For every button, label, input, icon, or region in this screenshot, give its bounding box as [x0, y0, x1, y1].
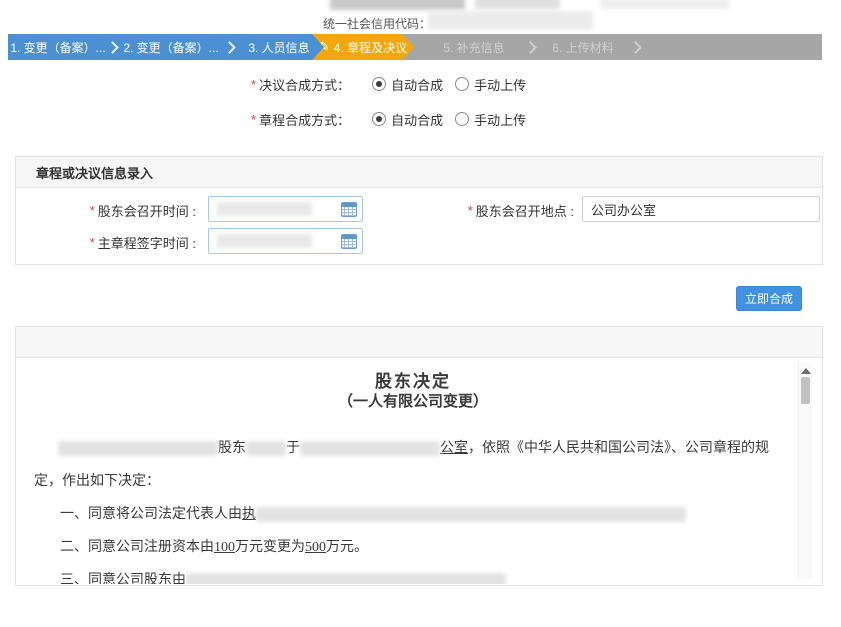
- item1-underlined: 执: [242, 507, 256, 522]
- chevron-right-icon: [629, 41, 642, 54]
- required-asterisk: *: [468, 203, 473, 218]
- redacted-meeting-time-value: [217, 202, 312, 216]
- item2-text-2: 万元变更为: [235, 540, 305, 555]
- redacted-company-name-inline: [58, 441, 218, 456]
- step-1-change-filing[interactable]: 1. 变更（备案）...: [8, 34, 108, 60]
- sign-time-label: * 主章程签字时间 :: [26, 233, 196, 252]
- intro-office-underlined: 公室: [440, 441, 468, 456]
- redacted-date-place: [300, 441, 440, 456]
- redacted-company-name: [330, 0, 465, 10]
- credit-code-label: 统一社会信用代码：: [323, 15, 431, 32]
- meeting-place-label: * 股东会召开地点 :: [436, 201, 574, 220]
- resolution-manual-radio[interactable]: 手动上传: [455, 75, 526, 94]
- step-6-upload-materials[interactable]: 6. 上传材料: [537, 34, 629, 60]
- charter-mode-label: 章程合成方式：: [259, 110, 350, 129]
- step-5-supplementary-info[interactable]: 5. 补充信息: [424, 34, 524, 60]
- resolution-manual-label: 手动上传: [474, 75, 526, 94]
- redacted-sign-time-value: [217, 234, 312, 248]
- redacted-header-text-2: [600, 0, 730, 9]
- entry-form-body: * 股东会召开时间 : * 股东会召开地点 : * 主章程签字时间 :: [16, 188, 822, 264]
- meeting-time-label: * 股东会召开时间 :: [26, 201, 196, 220]
- scrollbar-thumb[interactable]: [801, 377, 810, 404]
- decision-item-2: 二、同意公司注册资本由100万元变更为500万元。: [34, 531, 792, 564]
- resolution-auto-label: 自动合成: [391, 75, 443, 94]
- item2-text-1: 二、同意公司注册资本由: [60, 540, 214, 555]
- steps-completed-group: 1. 变更（备案）... 2. 变更（备案）... 3. 人员信息: [8, 34, 324, 60]
- entry-section-title: 章程或决议信息录入: [36, 163, 153, 182]
- decision-item-3: 三、同意公司股东由: [34, 564, 792, 584]
- calendar-icon[interactable]: [341, 234, 357, 249]
- meeting-time-date-input[interactable]: [208, 196, 363, 222]
- charter-auto-label: 自动合成: [391, 110, 443, 129]
- meeting-place-label-text: 股东会召开地点 :: [476, 201, 574, 220]
- step-2-change-filing[interactable]: 2. 变更（备案）...: [117, 34, 225, 60]
- intro-shareholder-text: 股东: [218, 441, 246, 456]
- charter-manual-label: 手动上传: [474, 110, 526, 129]
- charter-mode-row: * 章程合成方式： 自动合成 手动上传: [251, 111, 526, 127]
- required-asterisk: *: [90, 235, 95, 250]
- step-4-charter-resolution-current[interactable]: 4. 章程及决议: [312, 34, 414, 60]
- redacted-shareholder-change: [186, 573, 506, 584]
- redacted-shareholder-name: [246, 441, 286, 456]
- document-subtitle: （一人有限公司变更）: [34, 392, 792, 412]
- document-preview-panel: 股东决定 （一人有限公司变更） 股东于公室，依照《中华人民共和国公司法》、公司章…: [15, 326, 823, 586]
- document-title: 股东决定: [34, 372, 792, 392]
- chevron-right-icon: [524, 41, 537, 54]
- resolution-mode-label: 决议合成方式：: [259, 75, 350, 94]
- radio-unselected-icon[interactable]: [455, 112, 469, 126]
- sign-time-label-text: 主章程签字时间 :: [98, 233, 196, 252]
- meeting-time-label-text: 股东会召开时间 :: [98, 201, 196, 220]
- item2-amount-to: 500: [305, 540, 326, 555]
- charter-auto-radio[interactable]: 自动合成: [372, 110, 443, 129]
- entry-section-header: 章程或决议信息录入: [16, 157, 822, 188]
- resolution-mode-row: * 决议合成方式： 自动合成 手动上传: [251, 76, 526, 92]
- step-4-label: 4. 章程及决议: [334, 39, 407, 56]
- radio-unselected-icon[interactable]: [455, 77, 469, 91]
- required-asterisk: *: [251, 112, 256, 127]
- required-asterisk: *: [251, 77, 256, 92]
- redacted-credit-code-value: [428, 11, 593, 30]
- step-3-personnel-info[interactable]: 3. 人员信息: [234, 34, 324, 60]
- synthesize-now-button[interactable]: 立即合成: [736, 286, 802, 311]
- document-intro-paragraph: 股东于公室，依照《中华人民共和国公司法》、公司章程的规定，作出如下决定：: [34, 432, 792, 498]
- meeting-place-input[interactable]: [582, 196, 820, 222]
- steps-pending-group: 5. 补充信息 6. 上传材料: [424, 34, 642, 60]
- radio-selected-icon[interactable]: [372, 77, 386, 91]
- decision-item-1: 一、同意将公司法定代表人由执: [34, 498, 792, 531]
- document-preview-header: [16, 327, 822, 358]
- document-preview-body: 股东决定 （一人有限公司变更） 股东于公室，依照《中华人民共和国公司法》、公司章…: [16, 358, 822, 584]
- radio-selected-icon[interactable]: [372, 112, 386, 126]
- intro-at-text: 于: [286, 441, 300, 456]
- charter-manual-radio[interactable]: 手动上传: [455, 110, 526, 129]
- scroll-up-arrow-icon[interactable]: [801, 368, 811, 374]
- sign-time-date-input[interactable]: [208, 228, 363, 254]
- calendar-icon[interactable]: [341, 202, 357, 217]
- item2-amount-from: 100: [214, 540, 235, 555]
- charter-resolution-entry-panel: 章程或决议信息录入 * 股东会召开时间 : * 股东会召开地点 : * 主章程签…: [15, 156, 823, 265]
- document-scrollbar[interactable]: [798, 363, 812, 579]
- resolution-auto-radio[interactable]: 自动合成: [372, 75, 443, 94]
- step-progress-bar: 1. 变更（备案）... 2. 变更（备案）... 3. 人员信息 4. 章程及…: [8, 34, 822, 60]
- required-asterisk: *: [90, 203, 95, 218]
- item1-prefix-text: 一、同意将公司法定代表人由: [60, 507, 242, 522]
- redacted-legal-rep-change: [256, 507, 686, 522]
- item3-prefix-text: 三、同意公司股东由: [60, 573, 186, 584]
- redacted-header-text: [475, 0, 560, 9]
- item2-text-3: 万元。: [326, 540, 368, 555]
